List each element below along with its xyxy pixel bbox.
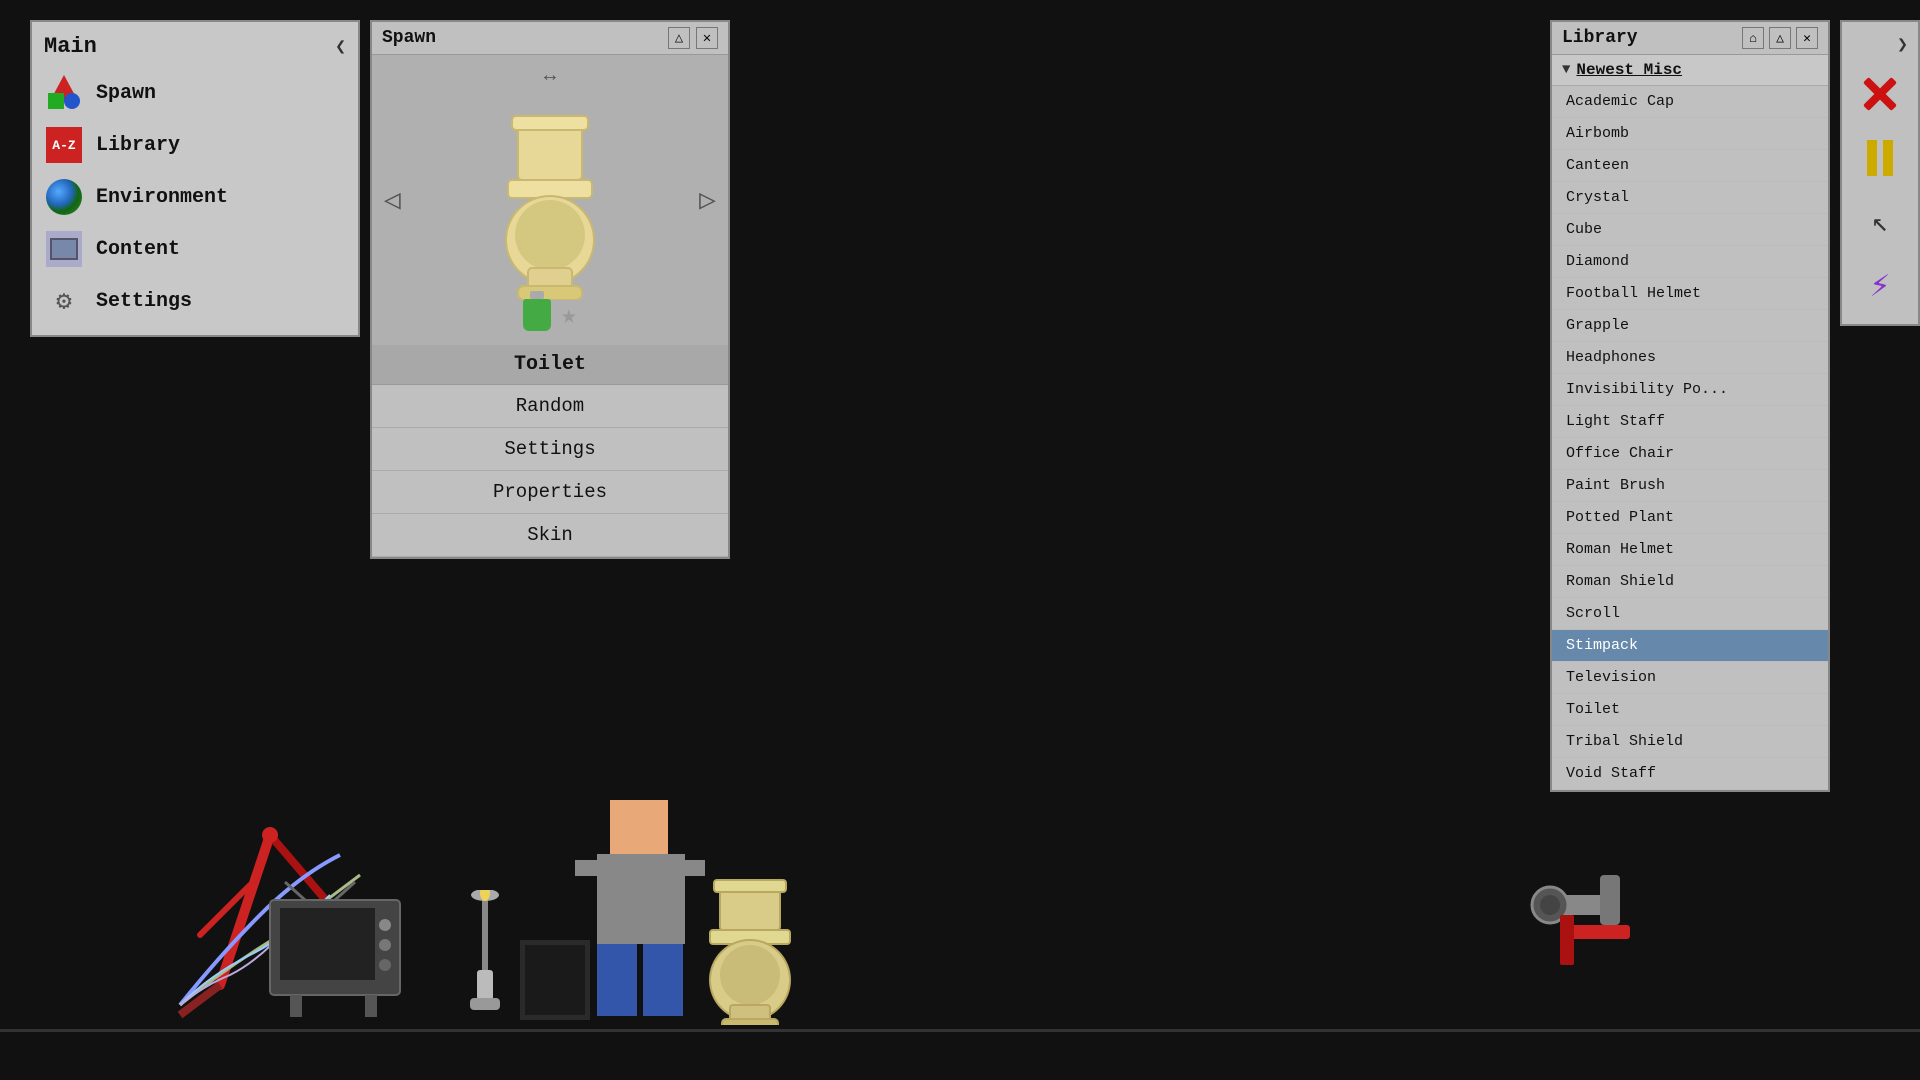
toolbar-pause-btn[interactable] bbox=[1854, 132, 1906, 184]
content-icon bbox=[46, 231, 82, 267]
scene-lamp bbox=[460, 890, 510, 1025]
pause-icon bbox=[1867, 140, 1893, 176]
main-panel-titlebar: Main ❮ bbox=[32, 30, 358, 67]
main-panel-title-text: Main bbox=[44, 34, 97, 59]
library-item-crystal[interactable]: Crystal bbox=[1552, 182, 1828, 214]
spawn-resize-icon: ↔ bbox=[544, 65, 556, 88]
library-item-television[interactable]: Television bbox=[1552, 662, 1828, 694]
spawn-icon bbox=[46, 75, 82, 111]
library-item-canteen[interactable]: Canteen bbox=[1552, 150, 1828, 182]
library-home-btn[interactable]: ⌂ bbox=[1742, 27, 1764, 49]
sidebar-item-settings[interactable]: ⚙ Settings bbox=[32, 275, 358, 327]
x-icon bbox=[1857, 71, 1903, 117]
library-item-football-helmet[interactable]: Football Helmet bbox=[1552, 278, 1828, 310]
library-item-roman-helmet[interactable]: Roman Helmet bbox=[1552, 534, 1828, 566]
library-item-invisibility-potion[interactable]: Invisibility Po... bbox=[1552, 374, 1828, 406]
main-panel-collapse-btn[interactable]: ❮ bbox=[335, 36, 346, 58]
environment-icon bbox=[46, 179, 82, 215]
scene-bottom bbox=[0, 820, 1920, 1080]
spawn-settings-btn[interactable]: Settings bbox=[372, 428, 728, 471]
sidebar-item-library[interactable]: A-Z Library bbox=[32, 119, 358, 171]
spawn-item-name: Toilet bbox=[372, 345, 728, 385]
right-toolbar: ❯ ↖ ⚡ bbox=[1840, 20, 1920, 326]
cursor-icon: ↖ bbox=[1872, 205, 1889, 240]
settings-icon: ⚙ bbox=[46, 283, 82, 319]
library-category-row[interactable]: ▼ Newest Misc bbox=[1552, 55, 1828, 86]
library-category-arrow-icon: ▼ bbox=[1562, 62, 1570, 78]
library-item-toilet[interactable]: Toilet bbox=[1552, 694, 1828, 726]
sidebar-item-content[interactable]: Content bbox=[32, 223, 358, 275]
toolbar-lightning-btn[interactable]: ⚡ bbox=[1854, 260, 1906, 312]
spawn-star-icon: ★ bbox=[561, 300, 577, 331]
library-item-stimpack[interactable]: Stimpack bbox=[1552, 630, 1828, 662]
library-item-diamond[interactable]: Diamond bbox=[1552, 246, 1828, 278]
spawn-panel: Spawn △ ✕ ↔ ◁ ▷ bbox=[370, 20, 730, 559]
lightning-icon: ⚡ bbox=[1870, 265, 1890, 307]
library-minimize-btn[interactable]: △ bbox=[1769, 27, 1791, 49]
spawn-preview: ↔ ◁ ▷ ★ bbox=[372, 55, 728, 345]
spawn-title-text: Spawn bbox=[382, 28, 436, 48]
library-item-tribal-shield[interactable]: Tribal Shield bbox=[1552, 726, 1828, 758]
scene-machinery bbox=[1460, 875, 1660, 1030]
spawn-titlebar: Spawn △ ✕ bbox=[372, 22, 728, 55]
library-item-void-staff[interactable]: Void Staff bbox=[1552, 758, 1828, 790]
library-titlebar-icons: ⌂ △ ✕ bbox=[1742, 27, 1818, 49]
scene-toilet-object bbox=[700, 875, 800, 1030]
spawn-minimize-btn[interactable]: △ bbox=[668, 27, 690, 49]
spawn-close-btn[interactable]: ✕ bbox=[696, 27, 718, 49]
library-item-potted-plant[interactable]: Potted Plant bbox=[1552, 502, 1828, 534]
spawn-item-preview bbox=[485, 100, 615, 300]
toolbar-cursor-btn[interactable]: ↖ bbox=[1854, 196, 1906, 248]
library-item-grapple[interactable]: Grapple bbox=[1552, 310, 1828, 342]
spawn-random-btn[interactable]: Random bbox=[372, 385, 728, 428]
library-item-paint-brush[interactable]: Paint Brush bbox=[1552, 470, 1828, 502]
sidebar-item-environment-label: Environment bbox=[96, 186, 228, 209]
right-toolbar-collapse-btn[interactable]: ❯ bbox=[1893, 30, 1912, 60]
sidebar-item-library-label: Library bbox=[96, 134, 180, 157]
library-item-office-chair[interactable]: Office Chair bbox=[1552, 438, 1828, 470]
library-item-light-staff[interactable]: Light Staff bbox=[1552, 406, 1828, 438]
scene-television bbox=[265, 880, 415, 1025]
library-item-cube[interactable]: Cube bbox=[1552, 214, 1828, 246]
scene-stickman bbox=[575, 800, 705, 1025]
library-category-name: Newest Misc bbox=[1576, 61, 1682, 79]
pause-bar-1 bbox=[1867, 140, 1877, 176]
sidebar-item-spawn-label: Spawn bbox=[96, 82, 156, 105]
toolbar-close-btn[interactable] bbox=[1854, 68, 1906, 120]
spawn-properties-btn[interactable]: Properties bbox=[372, 471, 728, 514]
library-item-roman-shield[interactable]: Roman Shield bbox=[1552, 566, 1828, 598]
sidebar-item-environment[interactable]: Environment bbox=[32, 171, 358, 223]
sidebar-item-spawn[interactable]: Spawn bbox=[32, 67, 358, 119]
spawn-status-icons: ★ bbox=[523, 299, 577, 331]
library-item-airbomb[interactable]: Airbomb bbox=[1552, 118, 1828, 150]
library-item-academic-cap[interactable]: Academic Cap bbox=[1552, 86, 1828, 118]
pause-bar-2 bbox=[1883, 140, 1893, 176]
sidebar-item-settings-label: Settings bbox=[96, 290, 192, 313]
spawn-nav-right-btn[interactable]: ▷ bbox=[699, 183, 716, 218]
spawn-titlebar-buttons: △ ✕ bbox=[668, 27, 718, 49]
sidebar-item-content-label: Content bbox=[96, 238, 180, 261]
library-titlebar: Library ⌂ △ ✕ bbox=[1552, 22, 1828, 55]
library-list: Academic CapAirbombCanteenCrystalCubeDia… bbox=[1552, 86, 1828, 790]
spawn-nav-left-btn[interactable]: ◁ bbox=[384, 183, 401, 218]
spawn-potion-icon bbox=[523, 299, 551, 331]
library-title-text: Library bbox=[1562, 28, 1638, 48]
library-item-headphones[interactable]: Headphones bbox=[1552, 342, 1828, 374]
main-panel: Main ❮ Spawn A-Z Library Environment Con… bbox=[30, 20, 360, 337]
library-icon: A-Z bbox=[46, 127, 82, 163]
library-close-btn[interactable]: ✕ bbox=[1796, 27, 1818, 49]
library-list-wrapper: Academic CapAirbombCanteenCrystalCubeDia… bbox=[1552, 86, 1828, 790]
library-item-scroll[interactable]: Scroll bbox=[1552, 598, 1828, 630]
library-panel: Library ⌂ △ ✕ ▼ Newest Misc Academic Cap… bbox=[1550, 20, 1830, 792]
spawn-skin-btn[interactable]: Skin bbox=[372, 514, 728, 557]
